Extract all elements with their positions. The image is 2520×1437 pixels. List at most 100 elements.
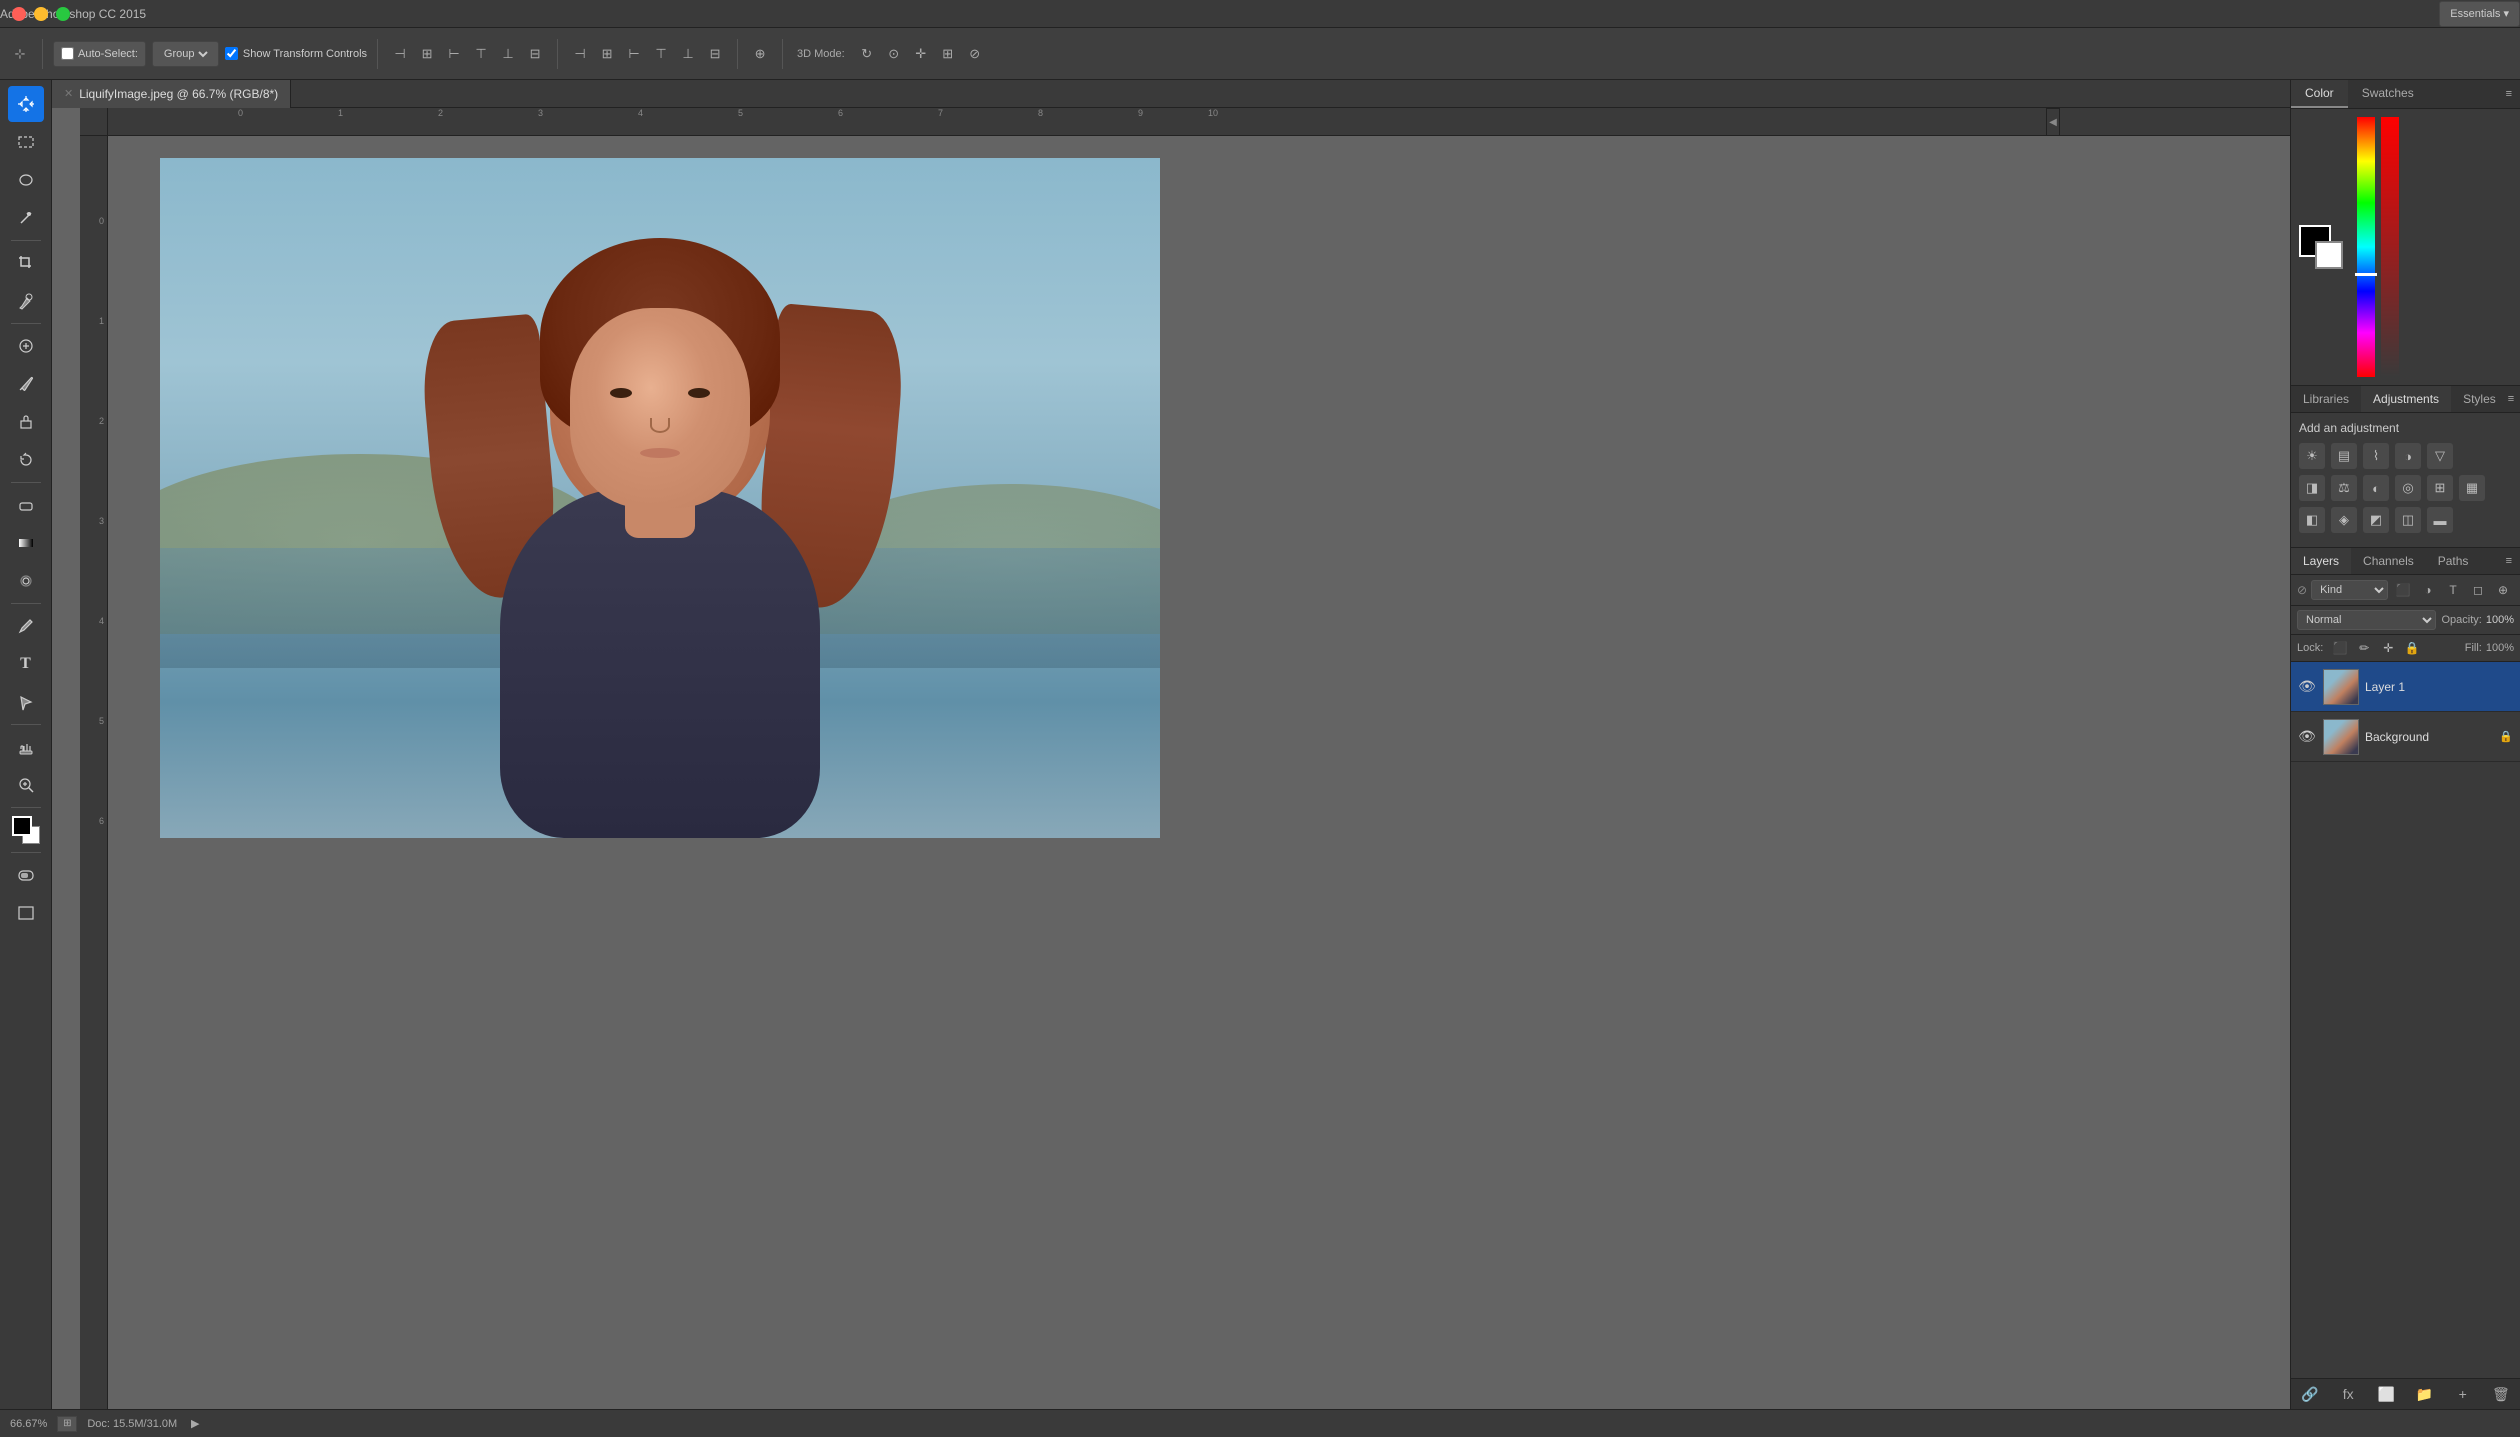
distribute-extra-icon[interactable]: ⊕ xyxy=(748,42,772,66)
align-right-icon[interactable]: ⊢ xyxy=(442,42,466,66)
filter-adjust-icon[interactable]: ◑ xyxy=(2417,579,2439,601)
dist-bottom-icon[interactable]: ⊟ xyxy=(703,42,727,66)
adj-posterize-icon[interactable]: ◈ xyxy=(2331,507,2357,533)
adj-colorbal-icon[interactable]: ⚖ xyxy=(2331,475,2357,501)
tool-eyedropper[interactable] xyxy=(8,283,44,319)
add-mask-icon[interactable]: ⬜ xyxy=(2375,1383,2397,1405)
tool-quick-mask[interactable] xyxy=(8,857,44,893)
align-left-icon[interactable]: ⊣ xyxy=(388,42,412,66)
adj-levels-icon[interactable]: ▤ xyxy=(2331,443,2357,469)
adj-exposure-icon[interactable]: ◑ xyxy=(2395,443,2421,469)
align-bottom-icon[interactable]: ⊟ xyxy=(523,42,547,66)
layers-panel-menu[interactable]: ≡ xyxy=(2506,548,2520,574)
close-tab-icon[interactable]: ✕ xyxy=(64,87,73,100)
tool-gradient[interactable] xyxy=(8,525,44,561)
3d-rotate-icon[interactable]: ↻ xyxy=(855,42,879,66)
color-panel-menu[interactable]: ≡ xyxy=(2506,80,2520,108)
3d-pan-icon[interactable]: ✛ xyxy=(909,42,933,66)
auto-select-toggle[interactable]: Auto-Select: xyxy=(53,41,146,67)
tool-path-sel[interactable] xyxy=(8,684,44,720)
document-tab[interactable]: ✕ LiquifyImage.jpeg @ 66.7% (RGB/8*) xyxy=(52,80,291,108)
adj-threshold-icon[interactable]: ◩ xyxy=(2363,507,2389,533)
adj-brightness-icon[interactable]: ☀ xyxy=(2299,443,2325,469)
tool-screen-mode[interactable] xyxy=(8,895,44,931)
adj-vibrance-icon[interactable]: ▽ xyxy=(2427,443,2453,469)
alpha-strip[interactable] xyxy=(2381,117,2399,377)
blend-mode-select[interactable]: Normal xyxy=(2297,610,2436,630)
libraries-tab[interactable]: Libraries xyxy=(2291,386,2361,412)
color-tab[interactable]: Color xyxy=(2291,80,2348,108)
panel-collapse-button[interactable]: ◀ xyxy=(2046,108,2060,136)
filter-type-icon[interactable]: T xyxy=(2442,579,2464,601)
lock-position-icon[interactable]: ✛ xyxy=(2379,639,2397,657)
canvas-image[interactable] xyxy=(160,158,1160,838)
status-extra-icon[interactable]: ⊞ xyxy=(57,1416,77,1432)
tool-hand[interactable] xyxy=(8,729,44,765)
adj-curves-icon[interactable]: ⌇ xyxy=(2363,443,2389,469)
channels-tab[interactable]: Channels xyxy=(2351,548,2426,574)
filter-smart-icon[interactable]: ⊕ xyxy=(2492,579,2514,601)
align-top-icon[interactable]: ⊤ xyxy=(469,42,493,66)
3d-scale-icon[interactable]: ⊘ xyxy=(963,42,987,66)
layers-tab[interactable]: Layers xyxy=(2291,548,2351,574)
layers-list[interactable]: 👁 Layer 1 👁 Background 🔒 xyxy=(2291,662,2520,1378)
tool-history[interactable] xyxy=(8,442,44,478)
tool-healing[interactable] xyxy=(8,328,44,364)
adj-panel-menu[interactable]: ≡ xyxy=(2508,386,2520,412)
new-layer-icon[interactable]: + xyxy=(2452,1383,2474,1405)
tool-marquee[interactable] xyxy=(8,124,44,160)
tool-stamp[interactable] xyxy=(8,404,44,440)
adj-colorlookup-icon[interactable]: ▦ xyxy=(2459,475,2485,501)
move-tool-icon[interactable]: ⊹ xyxy=(8,42,32,66)
lock-transparent-icon[interactable]: ⬛ xyxy=(2331,639,2349,657)
dist-middle-v-icon[interactable]: ⊥ xyxy=(676,42,700,66)
background-visibility[interactable]: 👁 xyxy=(2297,727,2317,747)
new-group-icon[interactable]: 📁 xyxy=(2414,1383,2436,1405)
adj-selectcolor-icon[interactable]: ◫ xyxy=(2395,507,2421,533)
dist-right-icon[interactable]: ⊢ xyxy=(622,42,646,66)
lock-image-icon[interactable]: ✏ xyxy=(2355,639,2373,657)
minimize-button[interactable] xyxy=(34,7,48,21)
tool-magic-wand[interactable] xyxy=(8,200,44,236)
filter-kind-select[interactable]: Kind xyxy=(2311,580,2388,600)
essentials-button[interactable]: Essentials ▾ xyxy=(2439,1,2520,27)
opacity-value[interactable]: 100% xyxy=(2486,614,2514,626)
adj-bw-icon[interactable]: ◐ xyxy=(2363,475,2389,501)
dist-center-h-icon[interactable]: ⊞ xyxy=(595,42,619,66)
canvas-container[interactable]: 0 1 2 3 4 5 6 7 8 9 10 0 1 2 3 xyxy=(80,108,2290,1409)
link-layers-icon[interactable]: 🔗 xyxy=(2299,1383,2321,1405)
adj-channelmix-icon[interactable]: ⊞ xyxy=(2427,475,2453,501)
maximize-button[interactable] xyxy=(56,7,70,21)
lock-all-icon[interactable]: 🔒 xyxy=(2403,639,2421,657)
layer-item-background[interactable]: 👁 Background 🔒 xyxy=(2291,712,2520,762)
foreground-bg-colors[interactable] xyxy=(8,812,44,848)
tool-pen[interactable] xyxy=(8,608,44,644)
tool-move[interactable] xyxy=(8,86,44,122)
adj-invert-icon[interactable]: ◧ xyxy=(2299,507,2325,533)
hue-strip[interactable] xyxy=(2357,117,2375,377)
close-button[interactable] xyxy=(12,7,26,21)
group-select[interactable]: Group xyxy=(160,47,211,61)
dist-top-icon[interactable]: ⊤ xyxy=(649,42,673,66)
tool-blur[interactable] xyxy=(8,563,44,599)
filter-shape-icon[interactable]: ◻ xyxy=(2467,579,2489,601)
tool-brush[interactable] xyxy=(8,366,44,402)
background-color[interactable] xyxy=(2315,241,2343,269)
adjustments-tab[interactable]: Adjustments xyxy=(2361,386,2451,412)
auto-select-checkbox[interactable] xyxy=(61,47,74,60)
paths-tab[interactable]: Paths xyxy=(2426,548,2481,574)
adj-gradient-map-icon[interactable]: ▬ xyxy=(2427,507,2453,533)
3d-orbit-icon[interactable]: ⊙ xyxy=(882,42,906,66)
tool-zoom[interactable] xyxy=(8,767,44,803)
fill-value[interactable]: 100% xyxy=(2486,642,2514,654)
fg-bg-colors[interactable] xyxy=(2299,225,2343,269)
tool-crop[interactable] xyxy=(8,245,44,281)
swatches-tab[interactable]: Swatches xyxy=(2348,80,2428,108)
status-arrow[interactable]: ▶ xyxy=(187,1416,203,1432)
dist-left-icon[interactable]: ⊣ xyxy=(568,42,592,66)
adj-hsl-icon[interactable]: ◨ xyxy=(2299,475,2325,501)
group-select-dropdown[interactable]: Group xyxy=(152,41,219,67)
align-middle-v-icon[interactable]: ⊥ xyxy=(496,42,520,66)
layer-1-visibility[interactable]: 👁 xyxy=(2297,677,2317,697)
styles-tab[interactable]: Styles xyxy=(2451,386,2508,412)
